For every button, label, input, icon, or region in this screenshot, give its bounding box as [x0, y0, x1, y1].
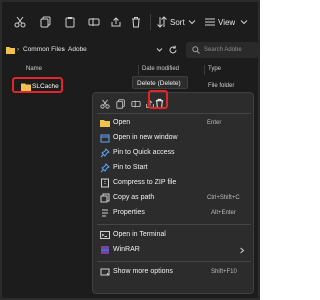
rename-icon[interactable]: [88, 16, 100, 28]
menu-item-label: Copy as path: [113, 194, 155, 201]
menu-item-label: Compress to ZIP file: [113, 179, 177, 186]
menu-item-label: Open in new window: [113, 134, 178, 141]
winrar-icon: [101, 246, 109, 254]
menu-item-label: Pin to Quick access: [113, 149, 175, 156]
menu-item-label: Show more options: [113, 268, 173, 275]
menu-item-label: Open: [113, 119, 131, 126]
file-highlight-box: [12, 77, 63, 93]
column-name[interactable]: Name: [26, 66, 42, 72]
tooltip-text: Delete (Delete): [137, 79, 181, 87]
search-input[interactable]: Search Adobe: [204, 47, 242, 53]
menu-item-copy-as-path[interactable]: Copy as path Ctrl+Shift+C: [93, 191, 255, 205]
pin-icon: [100, 148, 110, 158]
search-box[interactable]: Search Adobe: [186, 42, 258, 58]
copy-icon[interactable]: [40, 16, 52, 28]
menu-item-open[interactable]: Open Enter: [93, 116, 255, 130]
share-icon[interactable]: [110, 16, 122, 28]
menu-item-compress-zip[interactable]: Compress to ZIP file: [93, 176, 255, 190]
menu-item-open-in-terminal[interactable]: Open in Terminal: [93, 228, 255, 242]
column-divider[interactable]: [204, 65, 205, 75]
menu-item-open-in-new-window[interactable]: Open in new window: [93, 131, 255, 145]
toolbar-divider: [150, 14, 151, 30]
terminal-icon: [100, 231, 110, 239]
view-icon[interactable]: [204, 16, 216, 28]
menu-item-shortcut: Ctrl+Shift+C: [207, 194, 240, 201]
zip-icon: [101, 178, 109, 188]
column-type[interactable]: Type: [208, 66, 221, 72]
column-date-modified[interactable]: Date modified: [142, 66, 179, 72]
menu-item-label: Properties: [113, 209, 145, 216]
menu-item-show-more-options[interactable]: Show more options Shift+F10: [93, 265, 255, 279]
menu-item-winrar[interactable]: WinRAR: [93, 243, 255, 257]
menu-item-shortcut: Enter: [207, 119, 222, 126]
paste-icon[interactable]: [64, 16, 76, 28]
search-icon: [192, 46, 200, 54]
new-window-icon: [100, 134, 110, 143]
cut-icon[interactable]: [14, 16, 26, 28]
menu-item-label: WinRAR: [113, 246, 140, 253]
cut-icon[interactable]: [100, 99, 110, 109]
copy-path-icon: [100, 193, 110, 203]
address-bar[interactable]: › Common Files › Adobe: [4, 42, 180, 58]
pin-icon: [100, 163, 110, 173]
column-divider[interactable]: [138, 65, 139, 75]
folder-open-icon: [100, 120, 110, 127]
breadcrumb-item[interactable]: Common Files: [23, 46, 65, 53]
more-options-icon: [100, 268, 110, 276]
view-button[interactable]: View: [218, 18, 235, 27]
delete-highlight-box: [148, 90, 168, 109]
delete-icon[interactable]: [130, 16, 142, 28]
menu-item-shortcut: Shift+F10: [211, 268, 237, 275]
menu-divider: [97, 261, 251, 262]
menu-divider: [97, 224, 251, 225]
rename-icon[interactable]: [131, 99, 141, 109]
column-headers: Name Date modified Type: [4, 64, 258, 76]
sort-icon[interactable]: [156, 16, 168, 28]
menu-item-label: Pin to Start: [113, 164, 148, 171]
chevron-right-icon: [240, 247, 245, 253]
refresh-icon[interactable]: [168, 45, 178, 55]
explorer-window: Sort View › Common Files › Adobe Search …: [0, 0, 260, 300]
menu-item-label: Open in Terminal: [113, 231, 166, 238]
command-bar: Sort View: [4, 4, 258, 38]
menu-item-properties[interactable]: Properties Alt+Enter: [93, 206, 255, 220]
address-row: › Common Files › Adobe Search Adobe: [4, 38, 258, 62]
copy-icon[interactable]: [116, 99, 126, 109]
properties-icon: [102, 209, 108, 217]
menu-item-shortcut: Alt+Enter: [211, 209, 236, 216]
breadcrumb-item[interactable]: Adobe: [68, 46, 87, 53]
file-type: File folder: [208, 83, 235, 89]
tooltip: Delete (Delete): [132, 76, 188, 89]
context-menu: Open Enter Open in new window Pin to Qui…: [92, 92, 254, 294]
menu-item-pin-start[interactable]: Pin to Start: [93, 161, 255, 175]
chevron-down-icon[interactable]: [156, 47, 163, 53]
chevron-down-icon[interactable]: [188, 18, 196, 26]
menu-item-pin-quick-access[interactable]: Pin to Quick access: [93, 146, 255, 160]
sort-button[interactable]: Sort: [170, 18, 185, 27]
chevron-down-icon[interactable]: [240, 18, 248, 26]
folder-icon: [6, 47, 15, 54]
menu-divider: [97, 113, 251, 114]
